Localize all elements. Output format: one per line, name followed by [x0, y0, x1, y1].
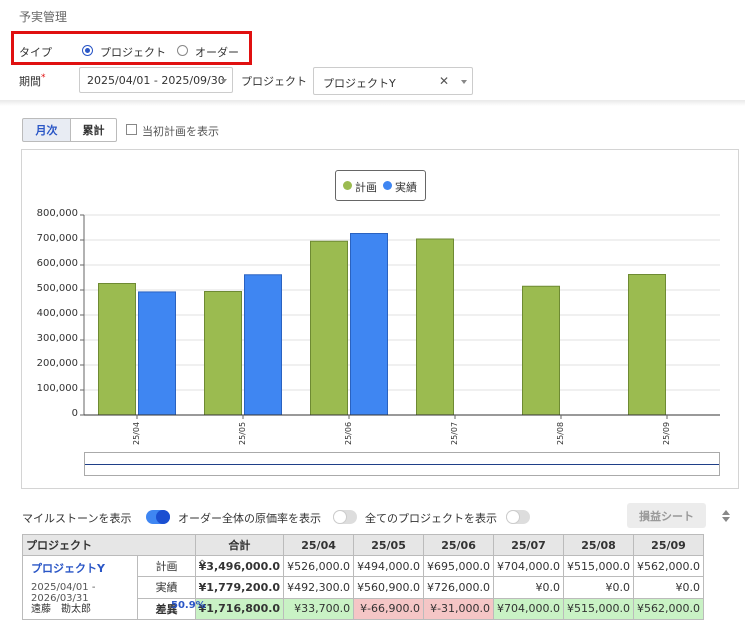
project-name-link[interactable]: プロジェクトY	[31, 560, 105, 576]
bar-plan[interactable]	[522, 285, 560, 416]
bar-plan[interactable]	[204, 291, 242, 416]
header-month: 25/07	[493, 534, 565, 556]
cell-value: ¥0.0	[493, 576, 565, 599]
y-tick-label: 200,000	[36, 358, 78, 369]
cell-value: ¥562,000.0	[633, 554, 704, 578]
x-tick-label: 25/08	[556, 421, 565, 445]
cell-variance: ¥-31,000.0	[423, 597, 495, 621]
cell-value: ¥0.0	[563, 576, 634, 599]
bar-plan[interactable]	[628, 274, 666, 416]
sort-icon[interactable]	[722, 510, 730, 522]
y-tick-label: 100,000	[36, 383, 78, 394]
show-cost-rate-toggle[interactable]	[333, 510, 357, 524]
pl-sheet-button[interactable]: 損益シート	[627, 503, 706, 528]
cell-variance: ¥515,000.0	[563, 597, 634, 621]
table-header-row: プロジェクト 合計 25/04 25/05 25/06 25/07 25/08 …	[22, 534, 704, 556]
header-project: プロジェクト	[22, 534, 196, 556]
bar-plan[interactable]	[310, 240, 348, 416]
y-tick-label: 800,000	[36, 208, 78, 219]
bar-plan[interactable]	[98, 283, 136, 416]
collapse-icon[interactable]: ^	[198, 559, 206, 570]
show-milestones-toggle[interactable]	[146, 510, 170, 524]
cell-value: ¥492,300.0	[283, 576, 355, 599]
y-tick-label: 300,000	[36, 333, 78, 344]
cell-value: ¥0.0	[633, 576, 704, 599]
budget-table: プロジェクト 合計 25/04 25/05 25/06 25/07 25/08 …	[21, 534, 704, 621]
bar-actual[interactable]	[138, 291, 176, 416]
x-tick-label: 25/09	[662, 421, 671, 445]
cell-variance: ¥704,000.0	[493, 597, 565, 621]
cell-total: ¥1,779,200.0	[194, 576, 285, 599]
cell-value: ¥494,000.0	[353, 554, 425, 578]
header-month: 25/04	[283, 534, 355, 556]
range-navigator-line	[85, 464, 719, 465]
cell-value: ¥526,000.0	[283, 554, 355, 578]
x-tick-label: 25/05	[238, 421, 247, 445]
y-tick-label: 0	[71, 408, 78, 419]
show-all-projects-label: 全てのプロジェクトを表示	[365, 512, 497, 525]
toggle-knob	[156, 510, 170, 524]
cell-total: ¥3,496,000.0	[194, 554, 285, 578]
x-tick-label: 25/04	[132, 421, 141, 445]
row-label-actual: 実績	[137, 576, 196, 599]
toggle-knob	[333, 510, 347, 524]
show-all-projects-toggle[interactable]	[506, 510, 530, 524]
project-cell: プロジェクトY ^ 2025/04/01 - 2026/03/31 遠藤 勘太郎…	[21, 555, 206, 620]
header-month: 25/08	[563, 534, 634, 556]
project-rate: 50.9%	[171, 600, 206, 611]
x-tick-label: 25/06	[344, 421, 353, 445]
header-month: 25/09	[633, 534, 704, 556]
x-tick-label: 25/07	[450, 421, 459, 445]
y-tick-label: 700,000	[36, 233, 78, 244]
bar-actual[interactable]	[350, 233, 388, 416]
bar-actual[interactable]	[244, 274, 282, 416]
show-milestones-label: マイルストーンを表示	[22, 512, 132, 525]
cell-variance: ¥33,700.0	[283, 597, 355, 621]
cell-variance: ¥562,000.0	[633, 597, 704, 621]
project-manager: 遠藤 勘太郎	[31, 604, 91, 615]
header-total: 合計	[194, 534, 285, 556]
show-cost-rate-label: オーダー全体の原価率を表示	[178, 512, 321, 525]
y-tick-label: 600,000	[36, 258, 78, 269]
range-navigator[interactable]	[84, 452, 720, 476]
header-month: 25/06	[423, 534, 495, 556]
row-label-plan: 計画	[137, 554, 196, 578]
y-tick-label: 400,000	[36, 308, 78, 319]
cell-total: ¥1,716,800.0	[194, 597, 285, 621]
y-tick-label: 500,000	[36, 283, 78, 294]
table-row: プロジェクトY ^ 2025/04/01 - 2026/03/31 遠藤 勘太郎…	[21, 554, 704, 620]
cell-value: ¥726,000.0	[423, 576, 495, 599]
cell-value: ¥560,900.0	[353, 576, 425, 599]
cell-variance: ¥-66,900.0	[353, 597, 425, 621]
bar-chart	[80, 214, 720, 419]
toggle-knob	[506, 510, 520, 524]
header-month: 25/05	[353, 534, 425, 556]
cell-value: ¥515,000.0	[563, 554, 634, 578]
cell-value: ¥704,000.0	[493, 554, 565, 578]
bar-plan[interactable]	[416, 238, 454, 416]
cell-value: ¥695,000.0	[423, 554, 495, 578]
